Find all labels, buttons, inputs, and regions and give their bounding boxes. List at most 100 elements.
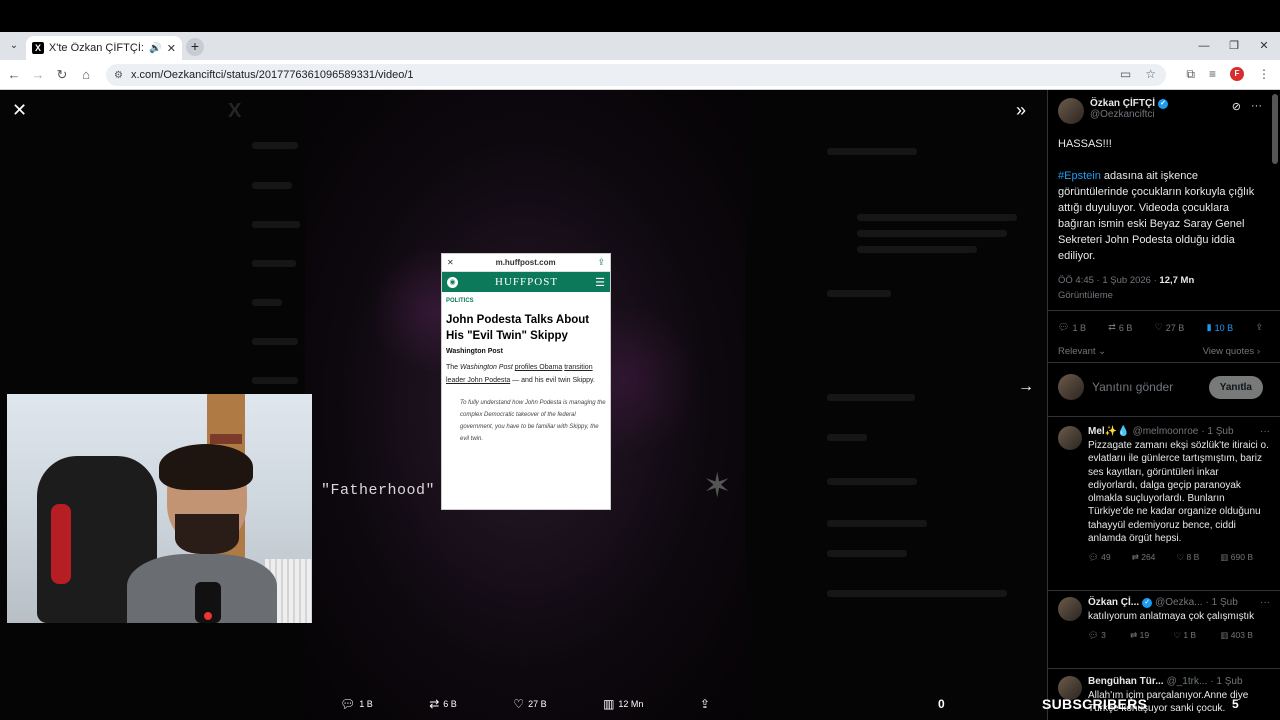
media-action-bar: 💬︎ 1 B ⇄ 6 B ♡ 27 B ▥ 12 Mn ⇪ bbox=[340, 694, 710, 714]
repost-count[interactable]: ⇄ 6 B bbox=[1108, 322, 1132, 333]
repost-count[interactable]: ⇄ 264 bbox=[1132, 552, 1156, 563]
speaker-icon[interactable]: 🔊 bbox=[149, 43, 161, 54]
subscribers-label: SUBSCRIBERS bbox=[1042, 696, 1148, 712]
avatar[interactable] bbox=[1058, 98, 1084, 124]
tab-title: X'te Özkan ÇİFTÇİ: "HASSAS bbox=[48, 42, 144, 54]
more-options-icon[interactable]: ··· bbox=[1260, 426, 1270, 437]
back-arrow-icon[interactable]: ← bbox=[6, 67, 22, 83]
browser-tab[interactable]: X X'te Özkan ÇİFTÇİ: "HASSAS 🔊 ✕ bbox=[26, 36, 182, 60]
article-kicker: POLITICS bbox=[446, 298, 474, 304]
chevron-down-icon: ⌄ bbox=[1098, 346, 1107, 357]
reply-action[interactable]: 💬︎ 1 B bbox=[340, 697, 373, 711]
comment-icon: 💬︎ bbox=[1058, 322, 1070, 332]
reply-count[interactable]: 💬︎ 1 B bbox=[1058, 322, 1086, 333]
video-player[interactable]: "Fatherhood" ✶ ✕ m.huffpost.com ⇪ ◉ HUFF… bbox=[305, 90, 745, 720]
reply-count[interactable]: 💬︎ 3 bbox=[1088, 630, 1106, 641]
article-screenshot: ✕ m.huffpost.com ⇪ ◉ HUFFPOST ☰ POLITICS… bbox=[441, 253, 611, 510]
reply-button[interactable]: Yanıtla bbox=[1208, 375, 1263, 399]
new-tab-button[interactable]: + bbox=[186, 38, 204, 56]
reply-count[interactable]: 💬︎ 49 bbox=[1088, 552, 1111, 563]
article-quote: To fully understand how John Podesta is … bbox=[460, 400, 606, 442]
x-logo-icon: X bbox=[32, 42, 44, 54]
list-item[interactable]: Mel✨💧 @melmoonroe · 1 Şub ··· Pizzagate zam… bbox=[1058, 426, 1270, 563]
address-bar[interactable]: ⚙ x.com/Oezkanciftci/status/201777636109… bbox=[106, 64, 1166, 86]
minimize-icon[interactable]: — bbox=[1196, 38, 1212, 54]
window-close-icon[interactable]: ✕ bbox=[1256, 38, 1272, 54]
like-count[interactable]: ♡ 1 B bbox=[1173, 630, 1196, 641]
browser-toolbar: ← → ↻ ⌂ ⚙ x.com/Oezkanciftci/status/2017… bbox=[0, 60, 1280, 90]
bookmark-star-icon[interactable]: ☆ bbox=[1145, 67, 1156, 81]
views-action[interactable]: ▥ 12 Mn bbox=[603, 697, 643, 711]
author-handle[interactable]: @Oezkanciftci bbox=[1090, 109, 1168, 120]
x-logo-icon: X bbox=[228, 100, 242, 122]
article-body: The Washington Post profiles Obama trans… bbox=[446, 364, 595, 384]
comment-icon: 💬︎ bbox=[340, 697, 356, 711]
tab-list-chevron-icon[interactable]: ⌄ bbox=[6, 38, 22, 54]
profile-extension-icon[interactable]: F bbox=[1230, 67, 1244, 81]
grok-icon[interactable]: ⊘ bbox=[1232, 100, 1241, 113]
view-count[interactable]: ▥ 403 B bbox=[1220, 630, 1253, 641]
heart-icon: ♡ bbox=[1154, 322, 1163, 332]
hashtag-link[interactable]: #Epstein bbox=[1058, 170, 1101, 182]
screen-top-bar bbox=[0, 0, 1280, 32]
repost-action[interactable]: ⇄ 6 B bbox=[429, 697, 457, 711]
stream-counter-right: 5 bbox=[1232, 697, 1239, 711]
bar-chart-icon: ▥ bbox=[603, 697, 615, 711]
restore-icon[interactable]: ❐ bbox=[1226, 38, 1242, 54]
tab-close-icon[interactable]: ✕ bbox=[167, 42, 176, 55]
bookmark-count[interactable]: ▮ 10 B bbox=[1207, 322, 1233, 333]
media-controls-icon[interactable]: ≡ bbox=[1209, 67, 1216, 82]
more-options-icon[interactable]: ··· bbox=[1260, 597, 1270, 608]
reply-text: Pizzagate zamanı ekşi sözlük'te itiraici… bbox=[1088, 440, 1269, 545]
huffpost-logo: HUFFPOST bbox=[495, 276, 559, 288]
video-caption: "Fatherhood" bbox=[321, 482, 436, 499]
cast-icon[interactable]: ▭ bbox=[1120, 67, 1131, 81]
reply-input[interactable]: Yanıtını gönder bbox=[1092, 380, 1201, 394]
site-info-icon[interactable]: ⚙ bbox=[114, 70, 123, 81]
like-count[interactable]: ♡ 8 B bbox=[1177, 552, 1200, 563]
verified-badge-icon: ✓ bbox=[1142, 597, 1153, 608]
browser-menu-icon[interactable]: ⋮ bbox=[1258, 67, 1270, 82]
avatar bbox=[1058, 374, 1084, 400]
hamburger-menu-icon: ☰ bbox=[595, 276, 605, 289]
article-domain: m.huffpost.com bbox=[495, 258, 556, 267]
star-decoration: ✶ bbox=[703, 467, 732, 505]
close-icon[interactable]: ✕ bbox=[12, 100, 27, 121]
post-meta: ÖÖ 4:45 · 1 Şub 2026 · 12,7 Mn Görüntüle… bbox=[1058, 275, 1195, 301]
close-icon: ✕ bbox=[447, 258, 454, 267]
post-stats: 💬︎ 1 B ⇄ 6 B ♡ 27 B ▮ 10 B ⇪ bbox=[1058, 322, 1263, 333]
home-icon[interactable]: ⌂ bbox=[78, 67, 94, 83]
share-action[interactable]: ⇪ bbox=[700, 697, 710, 711]
share-button[interactable]: ⇪ bbox=[1255, 322, 1263, 333]
article-source: Washington Post bbox=[446, 348, 503, 355]
article-title: John Podesta Talks About His "Evil Twin"… bbox=[446, 314, 590, 342]
scrollbar[interactable] bbox=[1272, 94, 1278, 164]
post-author[interactable]: Özkan ÇİFTÇİ ✓ @Oezkanciftci bbox=[1058, 98, 1169, 124]
forward-arrow-icon[interactable]: → bbox=[30, 67, 46, 83]
stream-counter-left: 0 bbox=[938, 697, 945, 711]
like-count[interactable]: ♡ 27 B bbox=[1155, 322, 1185, 333]
list-item[interactable]: Özkan Çİ... ✓ @Oezka... · 1 Şub ··· katılıyo… bbox=[1058, 597, 1270, 641]
reply-text: katılıyorum anlatmaya çok çalışmıştık bbox=[1088, 611, 1255, 622]
view-quotes-link[interactable]: View quotes › bbox=[1203, 346, 1260, 357]
share-icon: ⇪ bbox=[597, 257, 605, 267]
share-icon: ⇪ bbox=[699, 697, 710, 711]
repost-count[interactable]: ⇄ 19 bbox=[1130, 630, 1149, 641]
view-count[interactable]: ▥ 690 B bbox=[1220, 552, 1253, 563]
more-options-icon[interactable]: ··· bbox=[1251, 100, 1262, 113]
bookmark-icon: ▮ bbox=[1206, 322, 1212, 332]
reload-icon[interactable]: ↻ bbox=[54, 67, 70, 83]
next-arrow-icon[interactable]: → bbox=[1018, 378, 1034, 396]
avatar[interactable] bbox=[1058, 426, 1082, 450]
share-icon: ⇪ bbox=[1255, 322, 1263, 332]
webcam-overlay bbox=[7, 394, 312, 623]
post-side-panel: Özkan ÇİFTÇİ ✓ @Oezkanciftci ⊘ ··· HASSAS… bbox=[1047, 90, 1280, 720]
heart-icon: ♡ bbox=[513, 697, 525, 711]
collapse-panel-icon[interactable]: » bbox=[1016, 100, 1026, 121]
extensions-icon[interactable]: ⧉ bbox=[1186, 67, 1195, 82]
sort-dropdown[interactable]: Relevant ⌄ bbox=[1058, 346, 1106, 357]
url-text: x.com/Oezkanciftci/status/20177763610965… bbox=[130, 69, 414, 81]
author-name[interactable]: Özkan ÇİFTÇİ bbox=[1090, 98, 1155, 109]
avatar[interactable] bbox=[1058, 597, 1082, 621]
like-action[interactable]: ♡ 27 B bbox=[513, 697, 546, 711]
